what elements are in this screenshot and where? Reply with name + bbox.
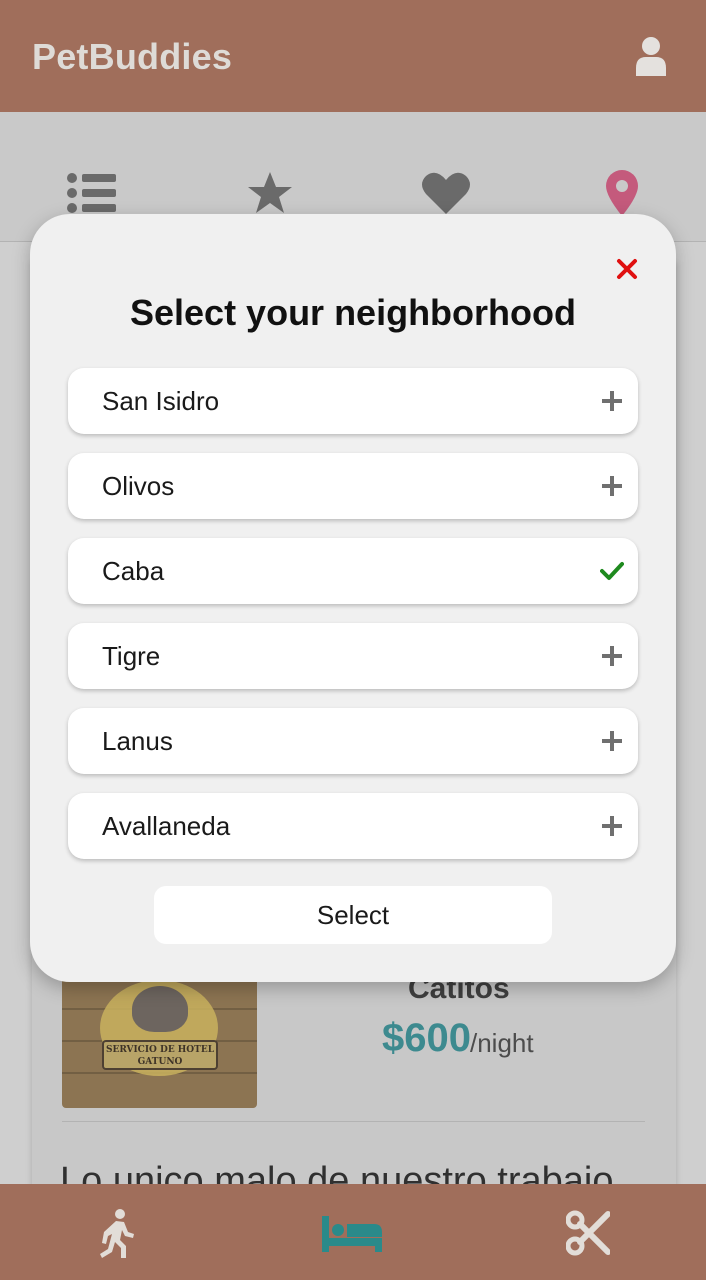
neighborhood-option-san-isidro[interactable]: San Isidro: [68, 368, 638, 434]
app-title: PetBuddies: [32, 36, 233, 77]
option-label: Tigre: [102, 641, 161, 671]
neighborhood-option-lanus[interactable]: Lanus: [68, 708, 638, 774]
heart-icon[interactable]: [420, 170, 472, 216]
listing-image: SERVICIO DE HOTEL GATUNO: [62, 978, 257, 1108]
plus-icon: [602, 476, 622, 496]
divider: [62, 1121, 645, 1122]
listing-price: $600: [382, 1016, 471, 1060]
list-icon[interactable]: [66, 170, 118, 216]
close-icon[interactable]: [616, 258, 638, 280]
app-bar: PetBuddies: [0, 0, 706, 112]
option-label: San Isidro: [102, 386, 220, 416]
check-icon: [600, 562, 624, 580]
plus-icon: [602, 816, 622, 836]
star-icon[interactable]: [244, 170, 296, 216]
neighborhood-option-caba[interactable]: Caba: [68, 538, 638, 604]
walking-icon[interactable]: [98, 1208, 138, 1258]
modal-title: Select your neighborhood: [129, 292, 577, 333]
option-label: Caba: [102, 556, 165, 586]
location-pin-icon[interactable]: [596, 170, 648, 216]
neighborhood-option-olivos[interactable]: Olivos: [68, 453, 638, 519]
option-label: Olivos: [102, 471, 175, 501]
neighborhood-option-tigre[interactable]: Tigre: [68, 623, 638, 689]
bed-icon[interactable]: [320, 1208, 384, 1258]
plus-icon: [602, 391, 622, 411]
option-label: Lanus: [102, 726, 173, 756]
plus-icon: [602, 646, 622, 666]
user-icon[interactable]: [634, 36, 668, 76]
scissors-icon[interactable]: [566, 1208, 610, 1258]
cat-illustration: [132, 986, 188, 1032]
listing-price-unit: /night: [470, 1028, 534, 1058]
plus-icon: [602, 731, 622, 751]
listing-image-text: SERVICIO DE HOTEL GATUNO: [102, 1040, 218, 1070]
neighborhood-modal: Select your neighborhood San Isidro Oliv…: [30, 214, 676, 982]
select-button[interactable]: Select: [154, 886, 552, 944]
neighborhood-option-avallaneda[interactable]: Avallaneda: [68, 793, 638, 859]
option-label: Avallaneda: [102, 811, 231, 841]
